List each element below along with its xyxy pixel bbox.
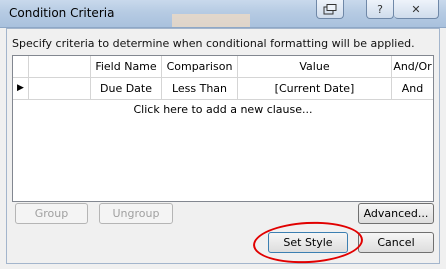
table-row[interactable]: ▶ Due Date Less Than [Current Date] And [13, 78, 433, 100]
add-clause-link[interactable]: Click here to add a new clause... [13, 100, 433, 120]
restore-window-icon [323, 3, 337, 14]
grid-header: Field Name Comparison Value And/Or [13, 56, 433, 78]
row-indicator-icon: ▶ [13, 78, 29, 99]
column-header-and-or[interactable]: And/Or [392, 56, 433, 77]
column-header-comparison[interactable]: Comparison [162, 56, 238, 77]
help-icon: ? [377, 2, 383, 16]
close-icon: ✕ [411, 2, 421, 16]
advanced-button[interactable]: Advanced... [358, 203, 434, 224]
group-button[interactable]: Group [15, 203, 88, 224]
instruction-text: Specify criteria to determine when condi… [12, 37, 415, 50]
spacer-header [29, 56, 91, 77]
window-title: Condition Criteria [9, 6, 115, 20]
column-header-value[interactable]: Value [238, 56, 392, 77]
help-button[interactable]: ? [366, 0, 394, 19]
restore-button[interactable] [316, 0, 344, 19]
title-bar-highlight [172, 14, 250, 27]
ungroup-button[interactable]: Ungroup [99, 203, 173, 224]
cell-and-or[interactable]: And [392, 78, 433, 99]
cell-value[interactable]: [Current Date] [238, 78, 392, 99]
column-header-field-name[interactable]: Field Name [91, 56, 162, 77]
criteria-grid[interactable]: Field Name Comparison Value And/Or ▶ Due… [12, 55, 434, 202]
set-style-button[interactable]: Set Style [268, 232, 348, 253]
row-spacer [29, 78, 91, 99]
close-button[interactable]: ✕ [394, 0, 439, 19]
cell-field-name[interactable]: Due Date [91, 78, 162, 99]
cancel-button[interactable]: Cancel [358, 232, 434, 253]
row-indicator-header [13, 56, 29, 77]
cell-comparison[interactable]: Less Than [162, 78, 238, 99]
